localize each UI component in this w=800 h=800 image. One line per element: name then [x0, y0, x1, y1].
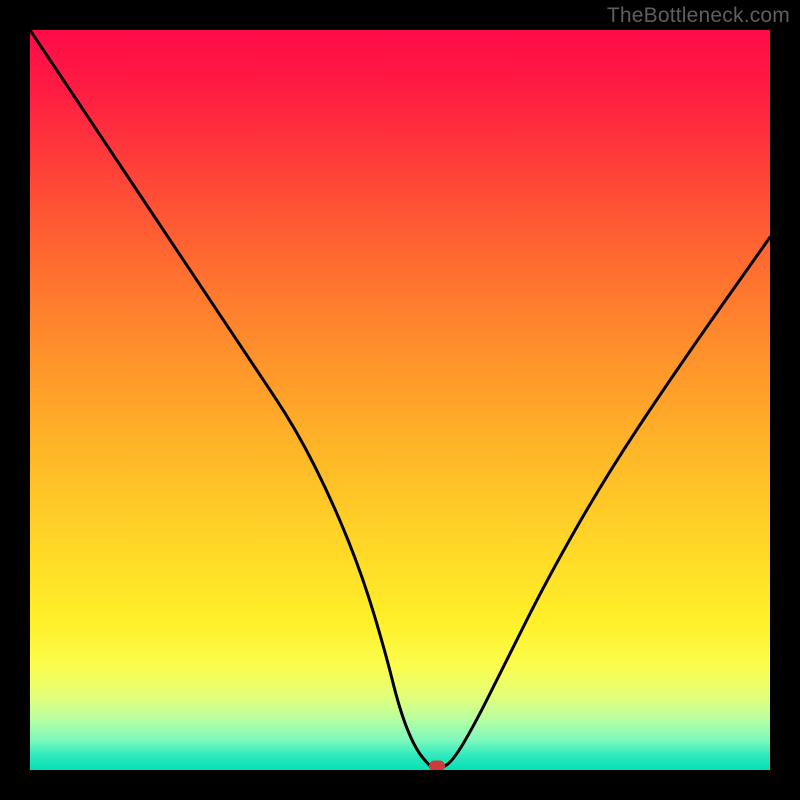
curve-svg: [30, 30, 770, 770]
chart-frame: TheBottleneck.com: [0, 0, 800, 800]
attribution-text: TheBottleneck.com: [607, 4, 790, 28]
optimum-marker: [429, 761, 445, 770]
bottleneck-curve-path: [30, 30, 770, 769]
plot-area: [30, 30, 770, 770]
